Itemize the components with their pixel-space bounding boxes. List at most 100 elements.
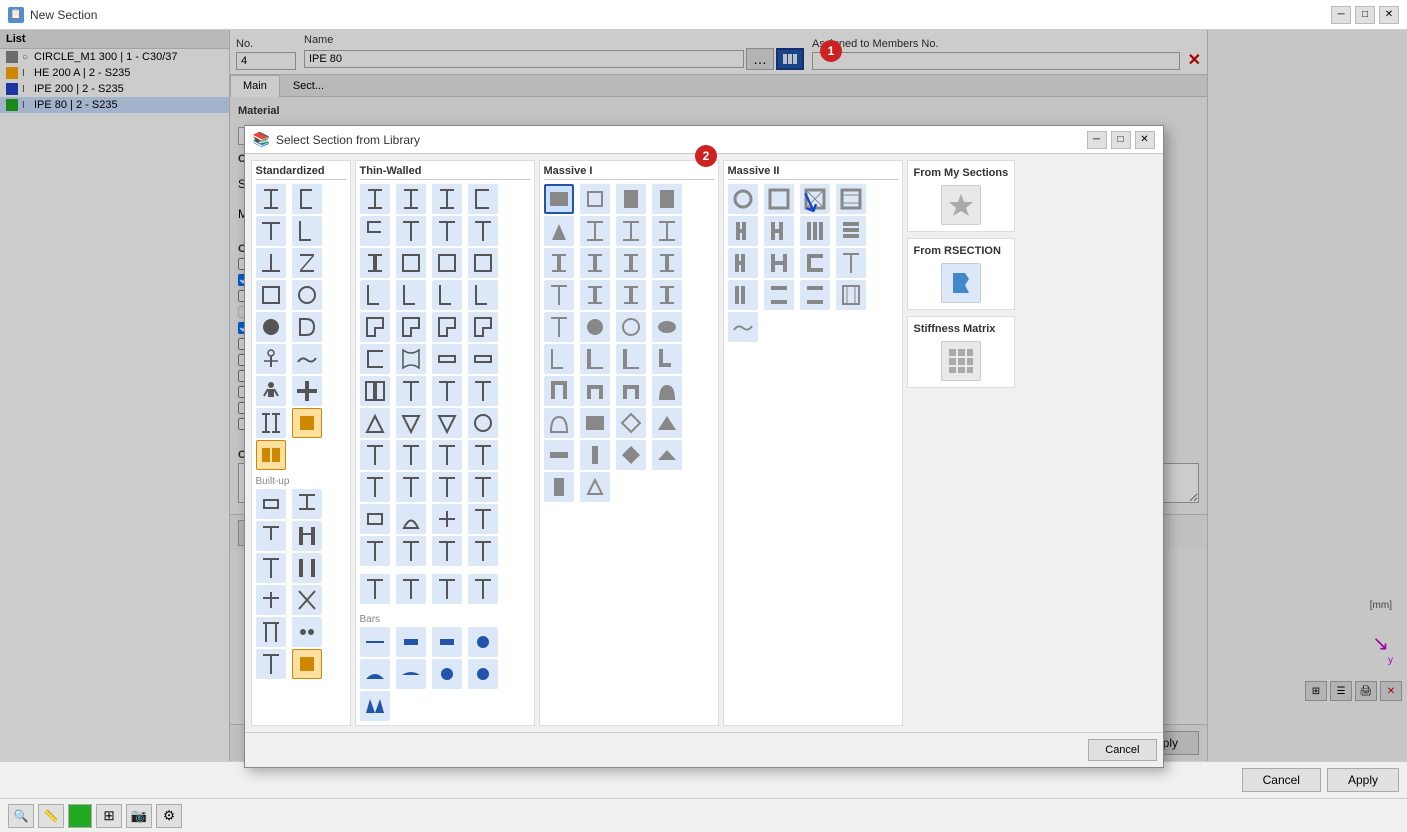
buildup-4[interactable] [292, 521, 322, 551]
mii-8[interactable] [836, 216, 866, 246]
std-shape-rz[interactable] [292, 312, 322, 342]
buildup-1[interactable] [256, 489, 286, 519]
tw-28[interactable] [468, 376, 498, 406]
std-shape-double-I[interactable] [256, 408, 286, 438]
std-shape-L[interactable] [292, 216, 322, 246]
tw-26[interactable] [396, 376, 426, 406]
tw-47[interactable] [432, 536, 462, 566]
tw-11[interactable] [432, 248, 462, 278]
std-shape-orange-rect[interactable] [292, 408, 322, 438]
mi-U1[interactable] [544, 376, 574, 406]
mi-rect-selected[interactable] [544, 184, 574, 214]
mi-brickV[interactable] [580, 440, 610, 470]
dialog-cancel-button[interactable]: Cancel [1088, 739, 1156, 761]
mi-diamond[interactable] [616, 408, 646, 438]
bar-4[interactable] [468, 627, 498, 657]
tw-41[interactable] [360, 504, 390, 534]
std-shape-wave[interactable] [292, 344, 322, 374]
tw-33[interactable] [360, 440, 390, 470]
mi-last2[interactable] [580, 472, 610, 502]
buildup-6[interactable] [292, 553, 322, 583]
tw-5[interactable] [360, 216, 390, 246]
buildup-8[interactable] [292, 585, 322, 615]
dialog-maximize[interactable]: □ [1111, 131, 1131, 149]
mi-L2[interactable] [580, 344, 610, 374]
tw-35[interactable] [432, 440, 462, 470]
mi-brickH[interactable] [544, 440, 574, 470]
bar-2[interactable] [396, 627, 426, 657]
tw-44[interactable] [468, 504, 498, 534]
icon-btn-c[interactable]: ⚙ [156, 804, 182, 828]
mi-11[interactable] [616, 248, 646, 278]
tw-21[interactable] [360, 344, 390, 374]
icon-btn-b[interactable]: 📷 [126, 804, 152, 828]
tw-36[interactable] [468, 440, 498, 470]
tw-40[interactable] [468, 472, 498, 502]
tw-34[interactable] [396, 440, 426, 470]
mi-4[interactable] [652, 184, 682, 214]
tw-46[interactable] [396, 536, 426, 566]
mi-14[interactable] [580, 280, 610, 310]
mii-16[interactable] [836, 280, 866, 310]
rsection-item[interactable] [941, 263, 981, 303]
mi-last1[interactable] [544, 472, 574, 502]
twb-2[interactable] [396, 574, 426, 604]
tw-37[interactable] [360, 472, 390, 502]
tw-23[interactable] [432, 344, 462, 374]
tw-27[interactable] [432, 376, 462, 406]
buildup-9[interactable] [256, 617, 286, 647]
tw-8[interactable] [468, 216, 498, 246]
tw-4[interactable] [468, 184, 498, 214]
measure-btn[interactable]: 📏 [38, 804, 64, 828]
tw-45[interactable] [360, 536, 390, 566]
tw-19[interactable] [432, 312, 462, 342]
mii-2[interactable] [764, 184, 794, 214]
close-button[interactable]: ✕ [1379, 6, 1399, 24]
dialog-close[interactable]: ✕ [1135, 131, 1155, 149]
bar-7[interactable] [432, 659, 462, 689]
mii-9[interactable] [728, 248, 758, 278]
tw-24[interactable] [468, 344, 498, 374]
tw-2[interactable] [396, 184, 426, 214]
buildup-3[interactable] [256, 521, 286, 551]
buildup-11[interactable] [256, 649, 286, 679]
tw-13[interactable] [360, 280, 390, 310]
mii-15[interactable] [800, 280, 830, 310]
mi-6[interactable] [580, 216, 610, 246]
maximize-button[interactable]: □ [1355, 6, 1375, 24]
mi-13[interactable] [544, 280, 574, 310]
bottom-cancel-button[interactable]: Cancel [1242, 768, 1321, 792]
tw-31[interactable] [432, 408, 462, 438]
mi-L3[interactable] [616, 344, 646, 374]
std-shape-T[interactable] [256, 216, 286, 246]
tw-12[interactable] [468, 248, 498, 278]
mi-circle1[interactable] [544, 312, 574, 342]
mii-13[interactable] [728, 280, 758, 310]
tw-18[interactable] [396, 312, 426, 342]
std-shape-anchor[interactable] [256, 344, 286, 374]
twb-1[interactable] [360, 574, 390, 604]
mii-10[interactable] [764, 248, 794, 278]
std-shape-C[interactable] [292, 184, 322, 214]
mi-3[interactable] [616, 184, 646, 214]
mii-12[interactable] [836, 248, 866, 278]
mii-6[interactable] [764, 216, 794, 246]
mi-U3[interactable] [616, 376, 646, 406]
mii-4[interactable] [836, 184, 866, 214]
tw-29[interactable] [360, 408, 390, 438]
std-shape-orange-double[interactable] [256, 440, 286, 470]
tw-22[interactable] [396, 344, 426, 374]
icon-btn-a[interactable]: ⊞ [96, 804, 122, 828]
mii-5[interactable] [728, 216, 758, 246]
tw-43[interactable] [432, 504, 462, 534]
mi-8[interactable] [652, 216, 682, 246]
mi-L4[interactable] [652, 344, 682, 374]
mi-10[interactable] [580, 248, 610, 278]
std-shape-box[interactable] [256, 280, 286, 310]
std-shape-Tinv[interactable] [256, 248, 286, 278]
buildup-2[interactable] [292, 489, 322, 519]
mi-diamond2[interactable] [616, 440, 646, 470]
mi-5[interactable] [544, 216, 574, 246]
mi-rect2[interactable] [580, 408, 610, 438]
dialog-minimize[interactable]: ─ [1087, 131, 1107, 149]
